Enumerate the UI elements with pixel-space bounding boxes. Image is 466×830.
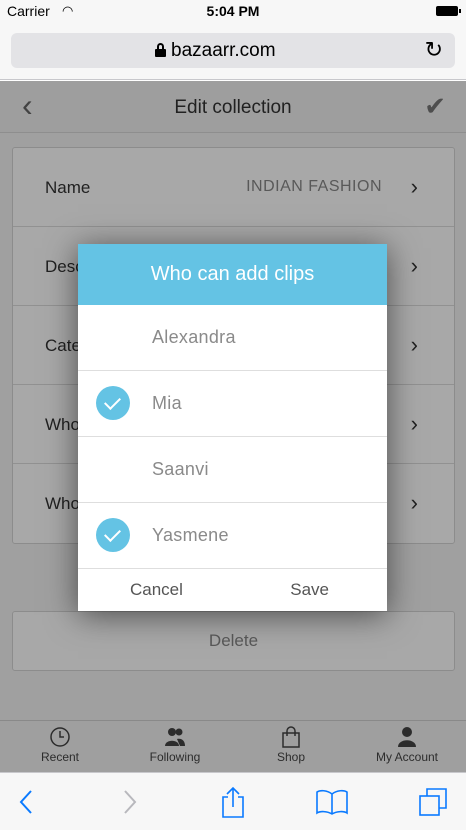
address-host: bazaarr.com <box>171 40 276 61</box>
battery-icon <box>436 6 461 16</box>
member-option[interactable]: Yasmene <box>78 503 387 569</box>
member-name: Saanvi <box>152 459 209 479</box>
cancel-button[interactable]: Cancel <box>130 580 183 600</box>
browser-address-area: bazaarr.com ↻ <box>0 22 466 80</box>
status-bar: Carrier ◠ 5:04 PM <box>0 0 466 22</box>
address-bar[interactable]: bazaarr.com ↻ <box>11 33 455 68</box>
checkmark-icon[interactable] <box>96 518 130 552</box>
member-name: Mia <box>152 393 182 413</box>
status-time: 5:04 PM <box>206 3 260 19</box>
browser-forward-icon[interactable] <box>110 785 150 819</box>
lock-icon <box>155 43 166 57</box>
member-name: Alexandra <box>152 327 236 347</box>
save-button[interactable]: Save <box>290 580 329 600</box>
member-option[interactable]: Alexandra <box>78 305 387 371</box>
browser-back-icon[interactable] <box>6 785 46 819</box>
dialog-title: Who can add clips <box>78 244 387 305</box>
dialog-actions: Cancel Save <box>78 569 387 611</box>
checkmark-icon[interactable] <box>96 386 130 420</box>
reload-icon[interactable]: ↻ <box>425 37 443 63</box>
bookmarks-icon[interactable] <box>312 785 352 819</box>
who-can-add-clips-dialog: Who can add clips Alexandra Mia Saanvi Y… <box>78 244 387 611</box>
member-name: Yasmene <box>152 525 229 545</box>
member-option[interactable]: Saanvi <box>78 437 387 503</box>
tabs-icon[interactable] <box>413 785 453 819</box>
member-option[interactable]: Mia <box>78 371 387 437</box>
browser-toolbar <box>0 772 466 830</box>
share-icon[interactable] <box>213 785 253 819</box>
